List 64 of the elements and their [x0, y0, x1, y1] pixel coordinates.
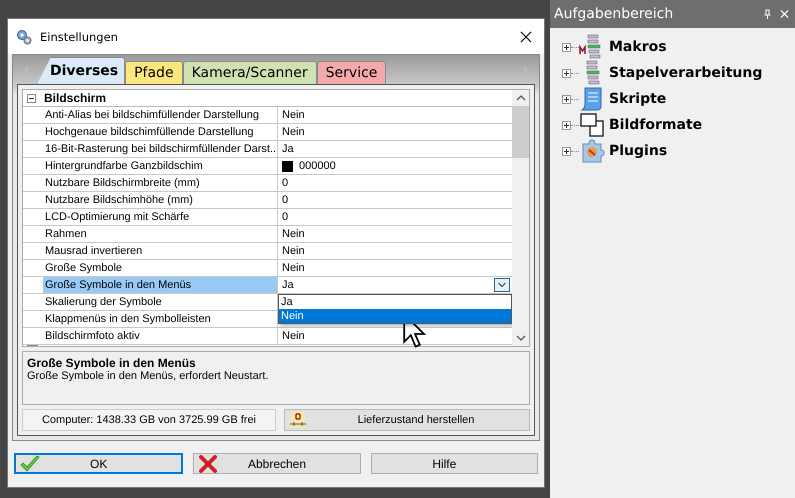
property-name[interactable]: Klappmenüs in den Symbolleisten — [43, 311, 278, 327]
dialog-button[interactable]: Hilfe — [370, 453, 538, 474]
property-value: Ja — [282, 278, 294, 293]
property-value: 000000 — [299, 159, 336, 174]
property-value: Nein — [282, 261, 305, 276]
property-name[interactable]: Nutzbare Bildschimhöhe (mm) — [43, 192, 278, 208]
tree-item[interactable]: Skripte — [609, 91, 666, 107]
property-value: Nein — [282, 227, 305, 242]
property-name[interactable]: Rahmen — [43, 226, 278, 242]
reset-icon — [289, 411, 307, 429]
expand-icon[interactable] — [562, 68, 571, 78]
property-name[interactable]: Nutzbare Bildschirmbreite (mm) — [43, 175, 278, 191]
tree-item[interactable]: Bildformate — [609, 117, 702, 133]
tree-item[interactable]: Plugins — [609, 143, 668, 159]
property-value: 0 — [282, 176, 288, 191]
property-name[interactable]: LCD-Optimierung mit Schärfe — [43, 209, 278, 225]
dropdown-button[interactable] — [494, 278, 510, 292]
collapse-icon[interactable] — [27, 94, 36, 102]
pin-icon[interactable] — [763, 9, 772, 19]
scroll-down-icon[interactable] — [516, 335, 526, 341]
cross-icon — [198, 454, 218, 472]
tab[interactable]: Diverses — [37, 57, 126, 84]
property-name[interactable]: Hintergrundfarbe Ganzbildschim — [43, 158, 278, 174]
dialog-button[interactable]: OK — [14, 453, 184, 474]
description-title: Große Symbole in den Menüs — [27, 356, 197, 370]
description-text: Große Symbole in den Menüs, erfordert Neustart. — [27, 370, 270, 382]
checkmark-icon — [20, 454, 40, 472]
dropdown-option[interactable]: Nein — [279, 309, 511, 323]
property-name[interactable]: Bildschirmfoto aktiv — [43, 328, 278, 344]
overlapping-squares-icon — [579, 112, 605, 138]
tab[interactable]: Pfade — [125, 61, 183, 84]
property-value: Nein — [282, 108, 305, 123]
expand-icon[interactable] — [562, 42, 571, 52]
reset-button[interactable]: Lieferzustand herstellen — [284, 409, 530, 431]
property-value: Nein — [282, 329, 305, 344]
disk-status: Computer: 1438.33 GB von 3725.99 GB frei — [22, 409, 276, 431]
property-value: Nein — [282, 244, 305, 259]
property-name[interactable]: Mausrad invertieren — [43, 243, 278, 259]
property-value: Nein — [282, 125, 305, 140]
scroll-up-icon[interactable] — [516, 95, 526, 101]
property-name[interactable]: Große Symbole — [43, 260, 278, 276]
property-name[interactable]: Anti-Alias bei bildschimfüllender Darstellung — [43, 107, 278, 123]
close-icon[interactable] — [520, 30, 532, 42]
property-name[interactable]: Skalierung der Symbole — [43, 294, 278, 310]
category-label: Bildschirm — [44, 91, 106, 105]
expand-icon[interactable] — [562, 146, 571, 156]
window-title: Einstellungen — [40, 30, 119, 44]
panel-title: Aufgabenbereich — [554, 6, 674, 22]
tree-item[interactable]: Stapelverarbeitung — [609, 65, 762, 81]
dropdown-option[interactable]: Ja — [279, 295, 511, 309]
expand-icon[interactable] — [562, 94, 571, 104]
gears-icon — [16, 28, 32, 44]
property-value: 0 — [282, 210, 288, 225]
scrollbar-thumb[interactable] — [512, 106, 529, 158]
property-name[interactable]: Hochgenaue bildschimfüllende Darstellung — [43, 124, 278, 140]
tree-item[interactable]: Makros — [609, 39, 667, 55]
tab[interactable]: Kamera/Scanner — [182, 61, 317, 84]
property-value: 0 — [282, 193, 288, 208]
dialog-button[interactable]: Abbrechen — [193, 453, 361, 474]
property-name[interactable]: Große Symbole in den Menüs — [43, 277, 278, 293]
tab[interactable]: Service — [316, 61, 386, 84]
property-value: Ja — [282, 142, 294, 157]
property-name[interactable]: 16-Bit-Rasterung bei bildschirmfüllender Darst... — [43, 141, 278, 157]
expand-icon[interactable] — [562, 120, 571, 130]
